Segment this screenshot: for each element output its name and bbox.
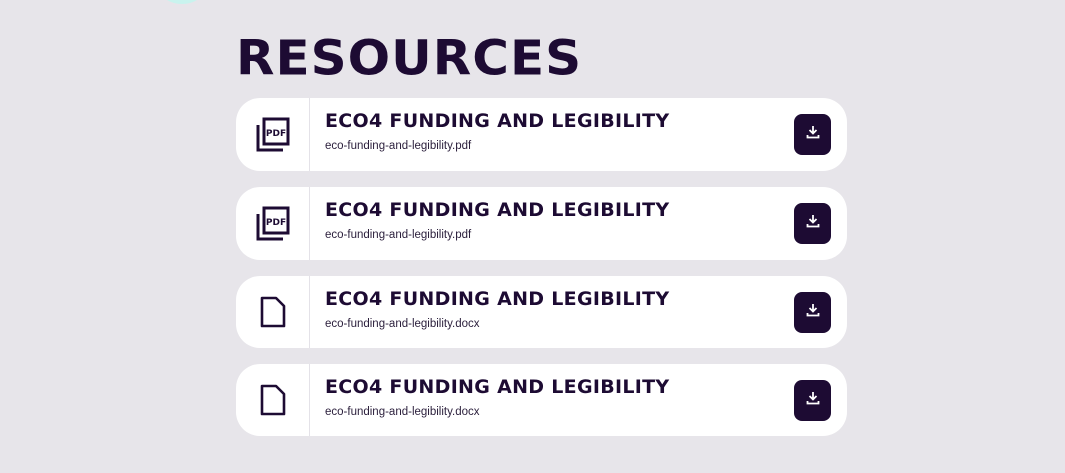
- svg-text:PDF: PDF: [265, 129, 285, 139]
- resource-icon-cell: [236, 364, 310, 436]
- pdf-file-icon: PDF: [255, 205, 291, 243]
- resource-filename: eco-funding-and-legibility.pdf: [325, 140, 472, 152]
- resource-icon-cell: [236, 276, 310, 348]
- resource-card: PDF ECO4 FUNDING AND LEGIBILITY eco-fund…: [236, 187, 847, 260]
- resource-card: ECO4 FUNDING AND LEGIBILITY eco-funding-…: [236, 276, 847, 348]
- resource-list: PDF ECO4 FUNDING AND LEGIBILITY eco-fund…: [236, 98, 847, 452]
- download-icon: [806, 214, 820, 233]
- document-icon: [260, 296, 286, 328]
- pdf-file-icon: PDF: [255, 116, 291, 154]
- resource-filename: eco-funding-and-legibility.pdf: [325, 229, 472, 241]
- decorative-blob: [160, 0, 204, 4]
- download-button[interactable]: [794, 380, 831, 421]
- resource-icon-cell: PDF: [236, 98, 310, 171]
- download-button[interactable]: [794, 203, 831, 244]
- resource-filename: eco-funding-and-legibility.docx: [325, 318, 480, 330]
- resource-title: ECO4 FUNDING AND LEGIBILITY: [325, 376, 670, 398]
- document-icon: [260, 384, 286, 416]
- resource-card: PDF ECO4 FUNDING AND LEGIBILITY eco-fund…: [236, 98, 847, 171]
- download-icon: [806, 391, 820, 410]
- download-icon: [806, 125, 820, 144]
- resource-title: ECO4 FUNDING AND LEGIBILITY: [325, 199, 670, 221]
- download-icon: [806, 303, 820, 322]
- download-button[interactable]: [794, 292, 831, 333]
- resource-filename: eco-funding-and-legibility.docx: [325, 406, 480, 418]
- resource-card: ECO4 FUNDING AND LEGIBILITY eco-funding-…: [236, 364, 847, 436]
- resource-title: ECO4 FUNDING AND LEGIBILITY: [325, 110, 670, 132]
- page-title: RESOURCES: [236, 30, 583, 86]
- svg-text:PDF: PDF: [265, 218, 285, 228]
- download-button[interactable]: [794, 114, 831, 155]
- resource-icon-cell: PDF: [236, 187, 310, 260]
- resource-title: ECO4 FUNDING AND LEGIBILITY: [325, 288, 670, 310]
